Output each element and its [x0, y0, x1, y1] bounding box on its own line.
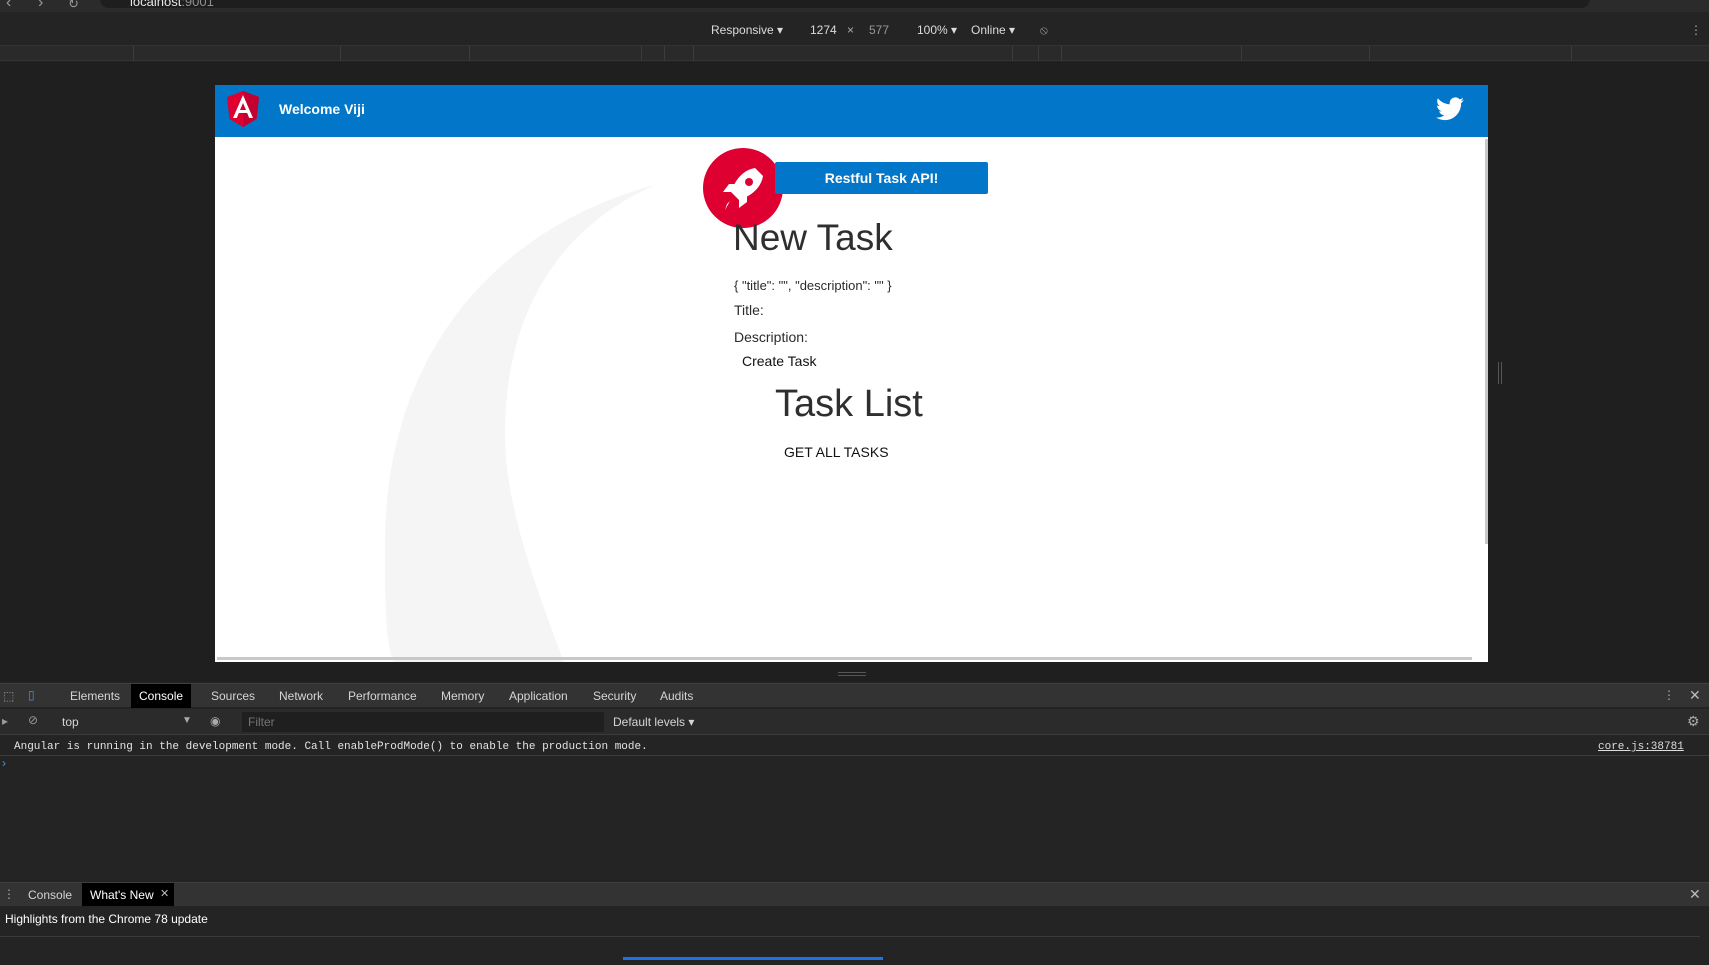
zoom-select[interactable]: 100% ▾: [917, 23, 957, 37]
angular-logo-icon: [227, 91, 259, 127]
divider: [0, 936, 1700, 937]
tab-application[interactable]: Application: [501, 684, 576, 708]
create-task-button[interactable]: Create Task: [742, 353, 816, 369]
whats-new-panel: Highlights from the Chrome 78 update: [0, 906, 1709, 965]
console-prompt-icon[interactable]: ›: [2, 756, 6, 770]
devtools-tab-bar: ⬚ ▯ Elements Console Sources Network Per…: [0, 683, 1709, 708]
console-settings-gear-icon[interactable]: ⚙: [1687, 713, 1700, 730]
horizontal-scrollbar[interactable]: [217, 657, 1472, 660]
tab-audits[interactable]: Audits: [652, 684, 701, 708]
viewport-area: Welcome Viji Restful Task API! New Task …: [0, 62, 1709, 682]
device-mode-select[interactable]: Responsive ▾: [711, 23, 783, 37]
console-filter-input[interactable]: [242, 712, 604, 732]
console-message-row: Angular is running in the development mo…: [0, 738, 1709, 756]
device-toggle-icon[interactable]: ▯: [28, 688, 35, 702]
vertical-scrollbar[interactable]: [1485, 139, 1488, 544]
drawer-tab-console[interactable]: Console: [20, 883, 80, 907]
new-task-heading: New Task: [733, 217, 893, 258]
header-title: Welcome Viji: [279, 101, 365, 117]
device-width-input[interactable]: 1274: [810, 23, 837, 37]
more-options-icon[interactable]: ⋮: [1690, 23, 1702, 37]
back-icon[interactable]: ‹: [6, 0, 11, 12]
devtools-menu-icon[interactable]: ⋮: [1663, 688, 1675, 702]
tab-security[interactable]: Security: [585, 684, 644, 708]
device-height-input[interactable]: 577: [869, 23, 889, 37]
inspect-element-icon[interactable]: ⬚: [3, 689, 14, 703]
device-toolbar: Responsive ▾ 1274 × 577 100% ▾ Online ▾ …: [0, 12, 1709, 44]
tab-console[interactable]: Console: [131, 684, 192, 708]
twitter-icon[interactable]: [1436, 96, 1464, 122]
app-header: Welcome Viji: [215, 85, 1488, 137]
app-page: Welcome Viji Restful Task API! New Task …: [215, 85, 1488, 662]
console-message-text: Angular is running in the development mo…: [14, 741, 648, 753]
close-devtools-icon[interactable]: ✕: [1689, 687, 1701, 704]
drawer-menu-icon[interactable]: ⋮: [3, 887, 15, 901]
tab-performance[interactable]: Performance: [340, 684, 425, 708]
viewport-resize-handle-bottom[interactable]: [838, 672, 866, 676]
viewport-resize-handle-right[interactable]: [1498, 362, 1502, 384]
console-toolbar: ▸ ⊘ top ▼ ◉ Default levels ▾ ⚙: [0, 709, 1709, 735]
live-expression-eye-icon[interactable]: ◉: [210, 714, 220, 728]
tab-network[interactable]: Network: [271, 684, 331, 708]
highlight-banner: [623, 957, 883, 960]
log-levels-select[interactable]: Default levels ▾: [613, 715, 694, 729]
address-bar[interactable]: [100, 0, 1590, 8]
drawer-tab-bar: ⋮ Console What's New ✕ ✕: [0, 882, 1709, 907]
device-ruler: [0, 45, 1709, 61]
task-json-preview: { "title": "", "description": "" }: [734, 278, 892, 293]
rocket-badge: [703, 148, 783, 228]
tab-elements[interactable]: Elements: [62, 684, 128, 708]
reload-icon[interactable]: ↻: [68, 0, 79, 12]
forward-icon[interactable]: ›: [38, 0, 43, 12]
title-label: Title:: [734, 302, 764, 318]
dimension-separator-icon: ×: [847, 23, 855, 37]
tab-memory[interactable]: Memory: [433, 684, 492, 708]
tab-sources[interactable]: Sources: [203, 684, 263, 708]
close-whats-new-icon[interactable]: ✕: [160, 887, 169, 900]
context-dropdown-icon[interactable]: ▼: [182, 715, 192, 726]
context-select[interactable]: top: [62, 715, 79, 729]
rocket-icon: [723, 168, 763, 210]
sidebar-toggle-icon[interactable]: ▸: [2, 714, 8, 728]
restful-task-api-button[interactable]: Restful Task API!: [775, 162, 988, 194]
whats-new-heading: Highlights from the Chrome 78 update: [5, 912, 208, 926]
task-list-heading: Task List: [775, 383, 923, 425]
console-source-link[interactable]: core.js:38781: [1598, 741, 1684, 753]
close-drawer-icon[interactable]: ✕: [1689, 886, 1701, 903]
url-text: localhost:9001: [130, 0, 214, 9]
rotate-icon[interactable]: ⦸: [1040, 23, 1048, 38]
network-throttle-select[interactable]: Online ▾: [971, 23, 1015, 37]
browser-top-bar: ‹ › ↻ localhost:9001: [0, 0, 1709, 12]
description-label: Description:: [734, 329, 808, 345]
get-all-tasks-button[interactable]: GET ALL TASKS: [784, 444, 889, 460]
clear-console-icon[interactable]: ⊘: [28, 713, 38, 727]
